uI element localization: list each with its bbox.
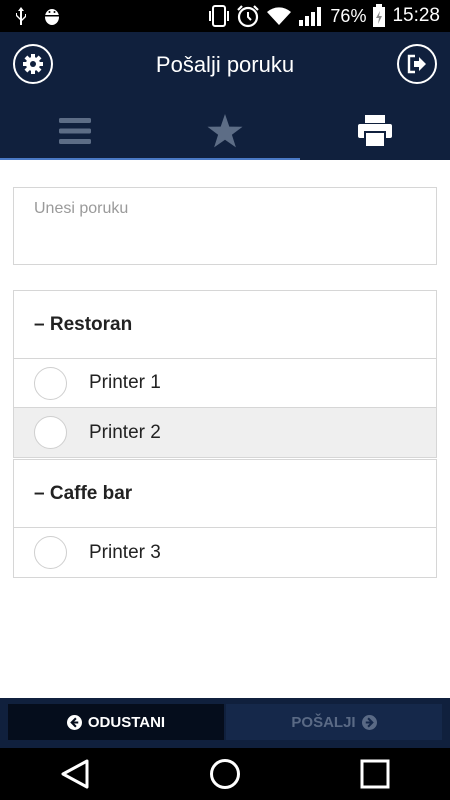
status-bar: 76% 15:28 (0, 0, 450, 32)
printer-row-2[interactable]: Printer 2 (14, 408, 436, 457)
group-header[interactable]: – Restoran (14, 291, 436, 359)
message-input[interactable]: Unesi poruku (13, 187, 437, 265)
printer-label: Printer 2 (89, 421, 161, 443)
tab-menu[interactable] (0, 102, 150, 160)
battery-percent: 76% (330, 5, 367, 26)
action-bar: ODUSTANI POŠALJI (0, 698, 450, 748)
send-label: POŠALJI (291, 713, 356, 731)
home-icon[interactable] (209, 758, 241, 790)
phone-vibrate-icon (209, 5, 230, 27)
page-title: Pošalji poruku (155, 52, 295, 77)
logout-icon (407, 54, 426, 74)
printer-group-restoran: – Restoran Printer 1 Printer 2 (13, 290, 437, 458)
alarm-icon (237, 5, 260, 28)
printer-row-1[interactable]: Printer 1 (14, 359, 436, 408)
message-placeholder: Unesi poruku (34, 200, 129, 217)
printer-label: Printer 3 (89, 541, 161, 563)
group-header[interactable]: – Caffe bar (14, 460, 436, 528)
arrow-left-circle-icon (66, 714, 82, 730)
printer-row-3[interactable]: Printer 3 (14, 528, 436, 577)
printer-label: Printer 1 (89, 372, 161, 393)
arrow-right-circle-icon (361, 714, 377, 730)
logout-button[interactable] (397, 44, 437, 84)
send-button[interactable]: POŠALJI (226, 704, 442, 740)
clock-time: 15:28 (392, 5, 440, 26)
recents-icon[interactable] (360, 759, 390, 789)
printer-radio[interactable] (34, 536, 67, 569)
star-icon (207, 114, 243, 148)
cancel-button[interactable]: ODUSTANI (8, 704, 224, 740)
tab-bar (0, 102, 450, 160)
tab-favorites[interactable] (150, 102, 300, 160)
printer-radio[interactable] (34, 416, 67, 449)
back-icon[interactable] (60, 759, 90, 789)
printer-icon (358, 115, 392, 147)
wifi-icon (267, 7, 292, 25)
android-debug-icon (44, 9, 60, 25)
battery-charging-icon (373, 4, 386, 27)
signal-icon (299, 7, 322, 26)
system-nav-bar (0, 748, 450, 800)
printer-group-caffe-bar: – Caffe bar Printer 3 (13, 459, 437, 578)
tab-printers[interactable] (300, 102, 450, 160)
tab-indicator (0, 158, 300, 160)
printer-radio[interactable] (34, 366, 67, 400)
menu-bars-icon (59, 118, 91, 144)
app-header: Pošalji poruku (0, 32, 450, 160)
cancel-label: ODUSTANI (87, 713, 166, 731)
usb-icon (16, 7, 26, 25)
